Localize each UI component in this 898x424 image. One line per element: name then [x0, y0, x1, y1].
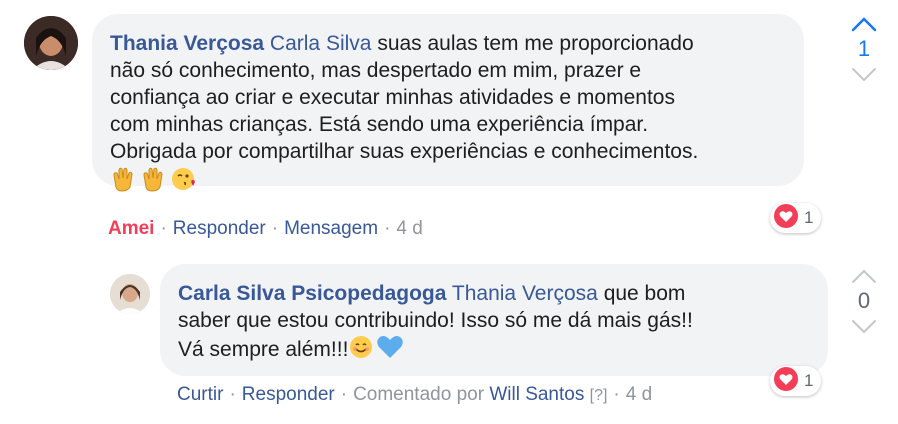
reply-author[interactable]: Carla Silva Psicopedagoga	[178, 282, 446, 305]
face-blowing-kiss-icon	[170, 165, 198, 200]
comment-text-line-2: não só conhecimento, mas despertado em m…	[110, 59, 642, 82]
downvote-chevron-icon[interactable]	[844, 316, 884, 336]
comment-reaction-badge[interactable]: 1	[770, 203, 822, 233]
avatar-thania[interactable]	[24, 16, 78, 70]
commented-by-name[interactable]: Will Santos	[489, 384, 584, 405]
comment-timestamp[interactable]: 4 d	[396, 218, 422, 239]
reply-text-line-1: que bom	[603, 282, 686, 305]
reply-vote: 0	[844, 266, 884, 336]
clapping-hands-icon	[140, 165, 168, 200]
message-button[interactable]: Mensagem	[284, 218, 378, 239]
downvote-chevron-icon[interactable]	[844, 64, 884, 84]
commented-by-label: Comentado por	[353, 384, 485, 405]
upvote-chevron-icon[interactable]	[844, 266, 884, 286]
comment-text-line-3: confiança ao criar e executar minhas ati…	[110, 86, 675, 109]
comment-reaction-count: 1	[804, 208, 814, 227]
reply-reaction-badge[interactable]: 1	[770, 366, 822, 396]
reply-timestamp[interactable]: 4 d	[626, 384, 652, 405]
comment-text-line-4: com minhas crianças. Está sendo uma expe…	[110, 113, 649, 136]
comment-bubble: Thania Verçosa Carla Silva suas aulas te…	[92, 14, 804, 192]
reply-reaction-count: 1	[804, 371, 814, 390]
love-reaction-button[interactable]: Amei	[108, 218, 154, 239]
like-button[interactable]: Curtir	[177, 384, 223, 405]
smiling-face-icon	[348, 334, 374, 367]
comment-text-line-5: Obrigada por compartilhar suas experiênc…	[110, 140, 699, 163]
reply-actions: Curtir · Responder · Comentado por Will Sant…	[177, 384, 653, 405]
avatar-carla[interactable]	[110, 274, 150, 314]
reply-text-line-3: Vá sempre além!!!	[178, 338, 349, 361]
reply-text-line-2: saber que estou contribuindo! Isso só me…	[178, 309, 693, 332]
reply-button[interactable]: Responder	[242, 384, 335, 405]
reply-bubble: Carla Silva Psicopedagoga Thania Verçosa…	[160, 264, 828, 376]
comment-text-line-1: suas aulas tem me proporcionado	[377, 32, 694, 55]
blue-heart-icon	[376, 334, 404, 367]
upvote-chevron-icon[interactable]	[844, 14, 884, 34]
comment-mention[interactable]: Carla Silva	[270, 32, 372, 55]
comment-vote: 1	[844, 14, 884, 84]
reply-vote-count: 0	[857, 288, 871, 313]
reply-button[interactable]: Responder	[173, 218, 266, 239]
clapping-hands-icon	[110, 165, 138, 200]
comment-vote-count: 1	[857, 36, 871, 61]
love-reaction-icon	[774, 366, 798, 396]
love-reaction-icon	[774, 203, 798, 233]
comment-author[interactable]: Thania Verçosa	[110, 32, 264, 55]
help-marker[interactable]: [?]	[590, 387, 608, 404]
comment-actions: Amei · Responder · Mensagem · 4 d	[108, 218, 423, 239]
reply-mention[interactable]: Thania Verçosa	[452, 282, 598, 305]
